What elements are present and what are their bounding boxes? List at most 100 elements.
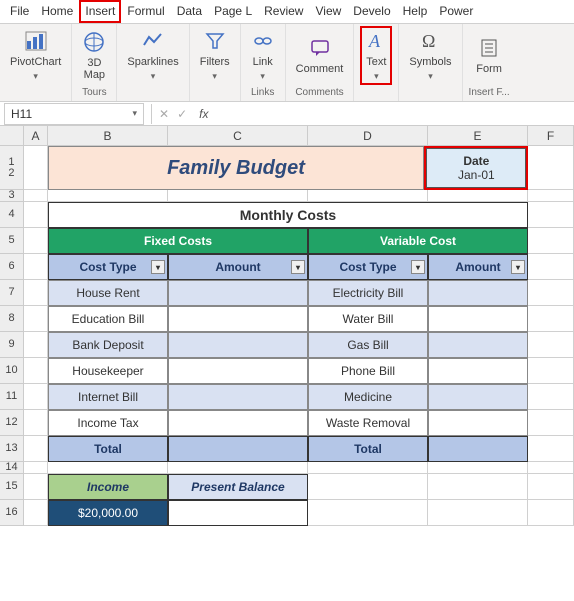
tab-review[interactable]: Review (258, 0, 309, 23)
row-header[interactable]: 9 (0, 332, 24, 358)
pivotchart-button[interactable]: PivotChart ▾ (6, 26, 65, 85)
row-header-15[interactable]: 15 (0, 474, 24, 500)
variable-cost-type[interactable]: Waste Removal (308, 410, 428, 436)
row-header-1-2[interactable]: 1 2 (0, 146, 24, 190)
fixed-cost-type[interactable]: Education Bill (48, 306, 168, 332)
fx-enter-icon[interactable]: ✓ (173, 107, 191, 121)
link-button[interactable]: Link ▾ (247, 26, 279, 85)
tab-formulas[interactable]: Formul (121, 0, 170, 23)
cell-f1[interactable] (528, 146, 574, 190)
filter-dropdown-icon[interactable]: ▾ (511, 260, 525, 274)
row-header-16[interactable]: 16 (0, 500, 24, 526)
tab-help[interactable]: Help (397, 0, 434, 23)
col-header-d[interactable]: D (308, 126, 428, 146)
variable-amount[interactable] (428, 384, 528, 410)
amount-header-fixed[interactable]: Amount▾ (168, 254, 308, 280)
comment-button[interactable]: Comment (292, 33, 348, 78)
fx-cancel-icon[interactable]: ✕ (155, 107, 173, 121)
row-header[interactable]: 8 (0, 306, 24, 332)
tab-developer[interactable]: Develo (347, 0, 396, 23)
fixed-amount[interactable] (168, 306, 308, 332)
filters-button[interactable]: Filters ▾ (196, 26, 234, 85)
group-label-tours: Tours (82, 87, 106, 99)
tab-page-layout[interactable]: Page L (208, 0, 258, 23)
col-header-a[interactable]: A (24, 126, 48, 146)
amount-header-variable[interactable]: Amount▾ (428, 254, 528, 280)
row-header[interactable]: 12 (0, 410, 24, 436)
variable-amount[interactable] (428, 280, 528, 306)
date-cell[interactable]: Date Jan-01 (426, 148, 526, 188)
fixed-cost-type[interactable]: Housekeeper (48, 358, 168, 384)
tab-insert[interactable]: Insert (79, 0, 121, 23)
map3d-label: 3D Map (84, 57, 105, 81)
row-header[interactable]: 10 (0, 358, 24, 384)
map3d-button[interactable]: 3D Map (78, 27, 110, 84)
fixed-amount[interactable] (168, 384, 308, 410)
variable-amount[interactable] (428, 306, 528, 332)
date-label: Date (463, 154, 489, 168)
date-value: Jan-01 (458, 168, 495, 182)
filter-dropdown-icon[interactable]: ▾ (291, 260, 305, 274)
income-header[interactable]: Income (48, 474, 168, 500)
row-header[interactable]: 7 (0, 280, 24, 306)
fixed-amount[interactable] (168, 358, 308, 384)
variable-cost-type[interactable]: Water Bill (308, 306, 428, 332)
balance-header[interactable]: Present Balance (168, 474, 308, 500)
variable-amount[interactable] (428, 410, 528, 436)
row-header-14[interactable]: 14 (0, 462, 24, 474)
variable-total-value[interactable] (428, 436, 528, 462)
col-header-b[interactable]: B (48, 126, 168, 146)
fixed-amount[interactable] (168, 332, 308, 358)
text-label: Text (366, 56, 386, 68)
cost-type-header-fixed[interactable]: Cost Type▾ (48, 254, 168, 280)
filter-dropdown-icon[interactable]: ▾ (411, 260, 425, 274)
fixed-total-value[interactable] (168, 436, 308, 462)
link-icon (251, 29, 275, 53)
income-value[interactable]: $20,000.00 (48, 500, 168, 526)
tab-home[interactable]: Home (35, 0, 79, 23)
fixed-amount[interactable] (168, 410, 308, 436)
filter-dropdown-icon[interactable]: ▾ (151, 260, 165, 274)
fixed-cost-type[interactable]: Bank Deposit (48, 332, 168, 358)
monthly-costs-header[interactable]: Monthly Costs (48, 202, 528, 228)
variable-cost-type[interactable]: Medicine (308, 384, 428, 410)
fx-icon[interactable]: fx (191, 107, 216, 121)
tab-data[interactable]: Data (171, 0, 208, 23)
text-button[interactable]: A Text ▾ (360, 26, 392, 85)
row-header-6[interactable]: 6 (0, 254, 24, 280)
variable-cost-type[interactable]: Phone Bill (308, 358, 428, 384)
row-header-13[interactable]: 13 (0, 436, 24, 462)
variable-costs-header[interactable]: Variable Cost (308, 228, 528, 254)
col-header-e[interactable]: E (428, 126, 528, 146)
fixed-costs-header[interactable]: Fixed Costs (48, 228, 308, 254)
row-header[interactable]: 11 (0, 384, 24, 410)
variable-amount[interactable] (428, 358, 528, 384)
cell-a1[interactable] (24, 146, 48, 190)
fixed-cost-type[interactable]: Income Tax (48, 410, 168, 436)
row-header-3[interactable]: 3 (0, 190, 24, 202)
title-cell[interactable]: Family Budget (48, 146, 425, 190)
fixed-cost-type[interactable]: House Rent (48, 280, 168, 306)
name-box[interactable]: H11 ▾ (4, 103, 144, 125)
variable-cost-type[interactable]: Electricity Bill (308, 280, 428, 306)
row-header-5[interactable]: 5 (0, 228, 24, 254)
row-header-4[interactable]: 4 (0, 202, 24, 228)
variable-amount[interactable] (428, 332, 528, 358)
ribbon-group-links: Link ▾ Links (241, 24, 286, 101)
fixed-total-label[interactable]: Total (48, 436, 168, 462)
balance-value[interactable] (168, 500, 308, 526)
fixed-cost-type[interactable]: Internet Bill (48, 384, 168, 410)
tab-view[interactable]: View (309, 0, 347, 23)
variable-total-label[interactable]: Total (308, 436, 428, 462)
fixed-amount[interactable] (168, 280, 308, 306)
col-header-f[interactable]: F (528, 126, 574, 146)
form-button[interactable]: Form (472, 33, 506, 78)
symbols-button[interactable]: Ω Symbols ▾ (405, 26, 455, 85)
sparklines-button[interactable]: Sparklines ▾ (123, 26, 182, 85)
cost-type-header-variable[interactable]: Cost Type▾ (308, 254, 428, 280)
tab-file[interactable]: File (4, 0, 35, 23)
variable-cost-type[interactable]: Gas Bill (308, 332, 428, 358)
select-all-corner[interactable] (0, 126, 24, 146)
col-header-c[interactable]: C (168, 126, 308, 146)
tab-power[interactable]: Power (433, 0, 479, 23)
